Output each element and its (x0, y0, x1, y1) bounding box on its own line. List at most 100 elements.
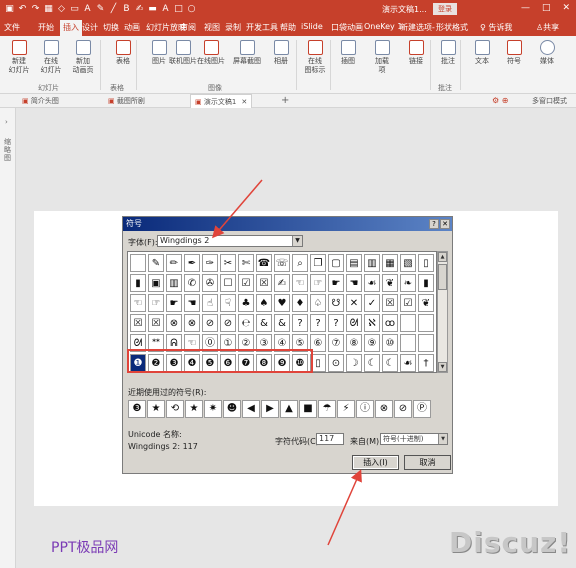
recent-symbol-cell[interactable]: ⟲ (166, 400, 184, 418)
symbol-cell[interactable]: ☙ (400, 354, 416, 372)
ribbon-tab-16[interactable]: 形状格式 (436, 22, 468, 33)
symbol-cell[interactable] (418, 314, 434, 332)
symbol-cell[interactable]: ⊗ (184, 314, 200, 332)
online-picture-button[interactable]: 联机图片 (168, 40, 198, 66)
symbol-cell[interactable]: ? (328, 314, 344, 332)
symbol-cell[interactable]: ☒ (256, 274, 272, 292)
online-icons-button[interactable]: 在线 图标示 (300, 40, 330, 75)
symbol-cell[interactable]: ☑ (238, 274, 254, 292)
login-button[interactable]: 登录 (433, 3, 457, 15)
redo-icon[interactable]: ↷ (30, 3, 41, 15)
symbol-cell[interactable]: ☾ (364, 354, 380, 372)
symbol-cell[interactable] (418, 334, 434, 352)
album-button[interactable]: 相册 (266, 40, 296, 66)
symbol-cell[interactable]: ✎ (148, 254, 164, 272)
new-slide-button[interactable]: 新建 幻灯片 (4, 40, 34, 75)
ribbon-tab-4[interactable]: 切换 (103, 22, 119, 33)
symbol-cell[interactable]: ♣ (238, 294, 254, 312)
symbol-cell[interactable]: ☜ (130, 294, 146, 312)
symbol-cell[interactable]: & (274, 314, 290, 332)
ribbon-tab-15[interactable]: 新建选项- (400, 22, 435, 33)
symbol-cell[interactable] (400, 314, 416, 332)
document-bar-icons[interactable]: ⚙ ⊕ (492, 96, 508, 105)
recent-symbol-cell[interactable]: ⊘ (394, 400, 412, 418)
symbol-cell[interactable]: ✓ (364, 294, 380, 312)
online-image-button[interactable]: 在线图片 (196, 40, 226, 66)
close-tab-icon[interactable]: ✕ (241, 98, 247, 106)
symbol-cell[interactable]: ☑ (400, 294, 416, 312)
symbol-cell[interactable]: ☝ (202, 294, 218, 312)
symbol-cell[interactable]: ✏ (166, 254, 182, 272)
symbol-cell[interactable]: † (418, 354, 434, 372)
symbol-cell[interactable]: ☟ (220, 294, 236, 312)
symbol-cell[interactable]: ☞ (148, 294, 164, 312)
symbol-cell[interactable]: ⊘ (202, 314, 218, 332)
ribbon-tab-3[interactable]: 设计 (82, 22, 98, 33)
symbol-cell[interactable]: ♦ (292, 294, 308, 312)
symbol-cell[interactable] (130, 254, 146, 272)
symbol-cell[interactable]: ☚ (184, 294, 200, 312)
symbol-cell[interactable]: ♥ (274, 294, 290, 312)
symbol-cell[interactable]: ⑨ (364, 334, 380, 352)
ribbon-tab-12[interactable]: iSlide (301, 22, 323, 31)
recent-symbol-cell[interactable]: ▶ (261, 400, 279, 418)
character-code-input[interactable]: 117 (316, 433, 344, 445)
symbol-grid-scrollbar[interactable]: ▲ ▼ (437, 251, 448, 373)
symbol-cell[interactable]: ✒ (184, 254, 200, 272)
symbol-cell[interactable]: ꝏ (382, 314, 398, 332)
start-from-beginning-icon[interactable]: ▦ (43, 3, 54, 15)
minimize-button[interactable]: — (521, 3, 530, 13)
ribbon-tab-8[interactable]: 视图 (204, 22, 220, 33)
recent-symbol-cell[interactable]: ✷ (204, 400, 222, 418)
symbol-cell[interactable]: ❧ (400, 274, 416, 292)
brush-icon[interactable]: ✍ (134, 3, 145, 15)
text-box-icon[interactable]: ▭ (69, 3, 80, 15)
symbol-cell[interactable]: ♤ (310, 294, 326, 312)
symbol-cell[interactable]: ᘛ (346, 314, 362, 332)
symbol-cell[interactable]: ⌕ (292, 254, 308, 272)
bold-icon[interactable]: B (121, 3, 132, 15)
chevron-down-icon[interactable]: ▼ (438, 434, 447, 444)
ribbon-tab-14[interactable]: OneKey 1 (364, 22, 402, 31)
ribbon-tab-9[interactable]: 录制 (225, 22, 241, 33)
symbol-cell[interactable]: ♠ (256, 294, 272, 312)
illustrations-button[interactable]: 插图 (333, 40, 363, 66)
close-button[interactable]: ✕ (562, 3, 570, 13)
link-button[interactable]: 链接 (401, 40, 431, 66)
new-animation-page-button[interactable]: 新加 动画页 (68, 40, 98, 75)
recent-symbol-cell[interactable]: ★ (185, 400, 203, 418)
symbol-cell[interactable]: ❦ (382, 274, 398, 292)
symbol-cell[interactable]: & (256, 314, 272, 332)
document-tab[interactable]: ▣ 截图所剧 (108, 96, 150, 106)
symbol-cell[interactable]: ▮ (130, 274, 146, 292)
expand-arrow-icon[interactable]: › (5, 118, 8, 126)
symbol-cell[interactable]: ☜ (292, 274, 308, 292)
symbol-cell[interactable]: ▦ (382, 254, 398, 272)
symbol-cell[interactable]: ▢ (328, 254, 344, 272)
undo-icon[interactable]: ↶ (17, 3, 28, 15)
line-icon[interactable]: ╱ (108, 3, 119, 15)
symbol-cell[interactable]: ☛ (328, 274, 344, 292)
symbol-button[interactable]: 符号 (499, 40, 529, 66)
recent-symbol-cell[interactable]: ▲ (280, 400, 298, 418)
ribbon-tab-13[interactable]: 口袋动画 (331, 22, 363, 33)
symbol-cell[interactable]: ✆ (184, 274, 200, 292)
symbol-cell[interactable]: ✕ (346, 294, 362, 312)
screenshot-button[interactable]: 屏幕截图 (232, 40, 262, 66)
ribbon-tab-7[interactable]: 审阅 (180, 22, 196, 33)
font-select[interactable]: Wingdings 2 ▼ (157, 235, 303, 247)
symbol-cell[interactable]: ⊘ (220, 314, 236, 332)
ribbon-tab-5[interactable]: 动画 (124, 22, 140, 33)
eyedropper-icon[interactable]: ✎ (95, 3, 106, 15)
symbol-cell[interactable]: ☾ (382, 354, 398, 372)
symbol-cell[interactable]: ☽ (346, 354, 362, 372)
recent-symbol-cell[interactable]: ⊗ (375, 400, 393, 418)
symbol-cell[interactable]: ▥ (166, 274, 182, 292)
ribbon-tab-1[interactable]: 开始 (38, 22, 54, 33)
recent-symbol-cell[interactable]: ★ (147, 400, 165, 418)
ribbon-tab-11[interactable]: 帮助 (280, 22, 296, 33)
scroll-thumb[interactable] (438, 264, 447, 290)
table-button[interactable]: 表格 (108, 40, 138, 66)
symbol-cell[interactable]: ☚ (346, 274, 362, 292)
symbol-cell[interactable]: ✑ (202, 254, 218, 272)
